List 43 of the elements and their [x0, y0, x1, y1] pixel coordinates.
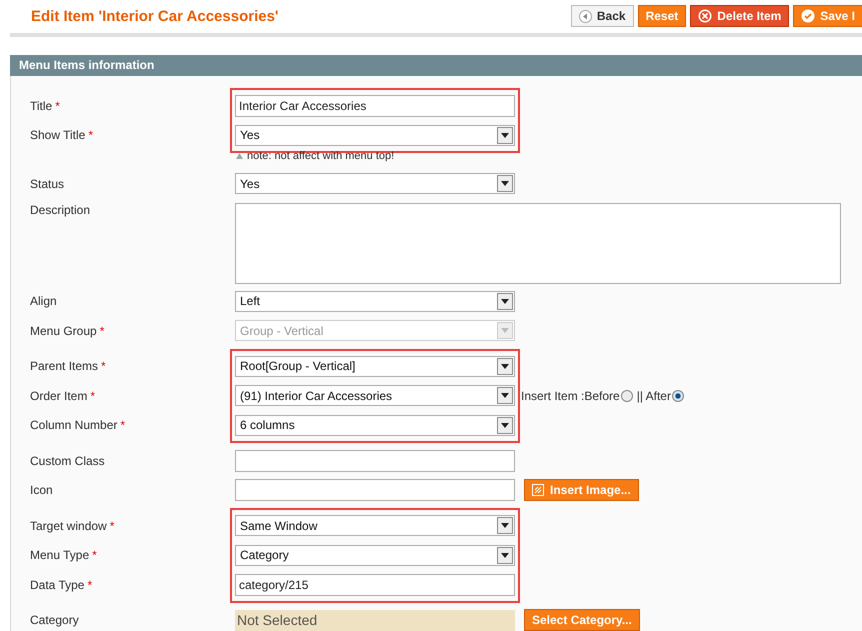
select-field[interactable]: (91) Interior Car Accessories: [235, 385, 515, 406]
field-label: Column Number *: [30, 418, 126, 432]
text-field[interactable]: [235, 450, 515, 472]
field-label: Order Item *: [30, 388, 96, 403]
field-label: Description: [30, 202, 90, 216]
select-field[interactable]: Yes: [235, 173, 515, 194]
select-field[interactable]: Same Window: [235, 515, 515, 536]
select-field[interactable]: Left: [235, 290, 515, 312]
field-label: Target window *: [30, 518, 114, 533]
select-field[interactable]: Category: [235, 544, 515, 566]
select-field[interactable]: Root[Group - Vertical]: [235, 356, 515, 377]
image-icon: [532, 484, 544, 496]
text-field[interactable]: category/215: [235, 574, 515, 596]
field-label: Status: [30, 176, 64, 191]
text-field[interactable]: Interior Car Accessories: [235, 94, 515, 117]
select-field[interactable]: Yes: [235, 124, 515, 146]
circle-close-icon: [698, 9, 712, 23]
page-title: Edit Item 'Interior Car Accessories': [31, 8, 278, 25]
radio-label: || After: [636, 388, 671, 403]
field-label: Icon: [30, 483, 53, 498]
field-label: Align: [30, 294, 57, 308]
triangle-up-icon: [236, 153, 243, 159]
field-label: Title *: [30, 98, 60, 113]
radio-button[interactable]: [672, 390, 684, 402]
checkmark-circle-icon: [801, 9, 816, 23]
field-label: Parent Items *: [30, 359, 106, 374]
delete-button[interactable]: Delete Item: [690, 5, 790, 27]
radio-label: Before: [584, 388, 620, 403]
field-note: note: not affect with menu top!: [247, 150, 394, 162]
back-button[interactable]: Back: [570, 5, 634, 27]
select-field[interactable]: 6 columns: [235, 414, 515, 436]
field-label: Show Title *: [30, 128, 94, 142]
field-label: Category: [30, 613, 79, 628]
field-label: Custom Class: [30, 454, 105, 468]
description-field[interactable]: [235, 202, 841, 284]
section-header: Menu Items information: [10, 55, 862, 76]
radio-button[interactable]: [620, 390, 633, 402]
field-label: Menu Group *: [30, 324, 104, 338]
category-value: Not Selected: [235, 610, 515, 631]
text-field[interactable]: [235, 479, 515, 502]
insert-item-label: Insert Item :: [521, 388, 584, 403]
field-label: Menu Type *: [30, 548, 97, 562]
field-label: Data Type *: [30, 578, 92, 592]
